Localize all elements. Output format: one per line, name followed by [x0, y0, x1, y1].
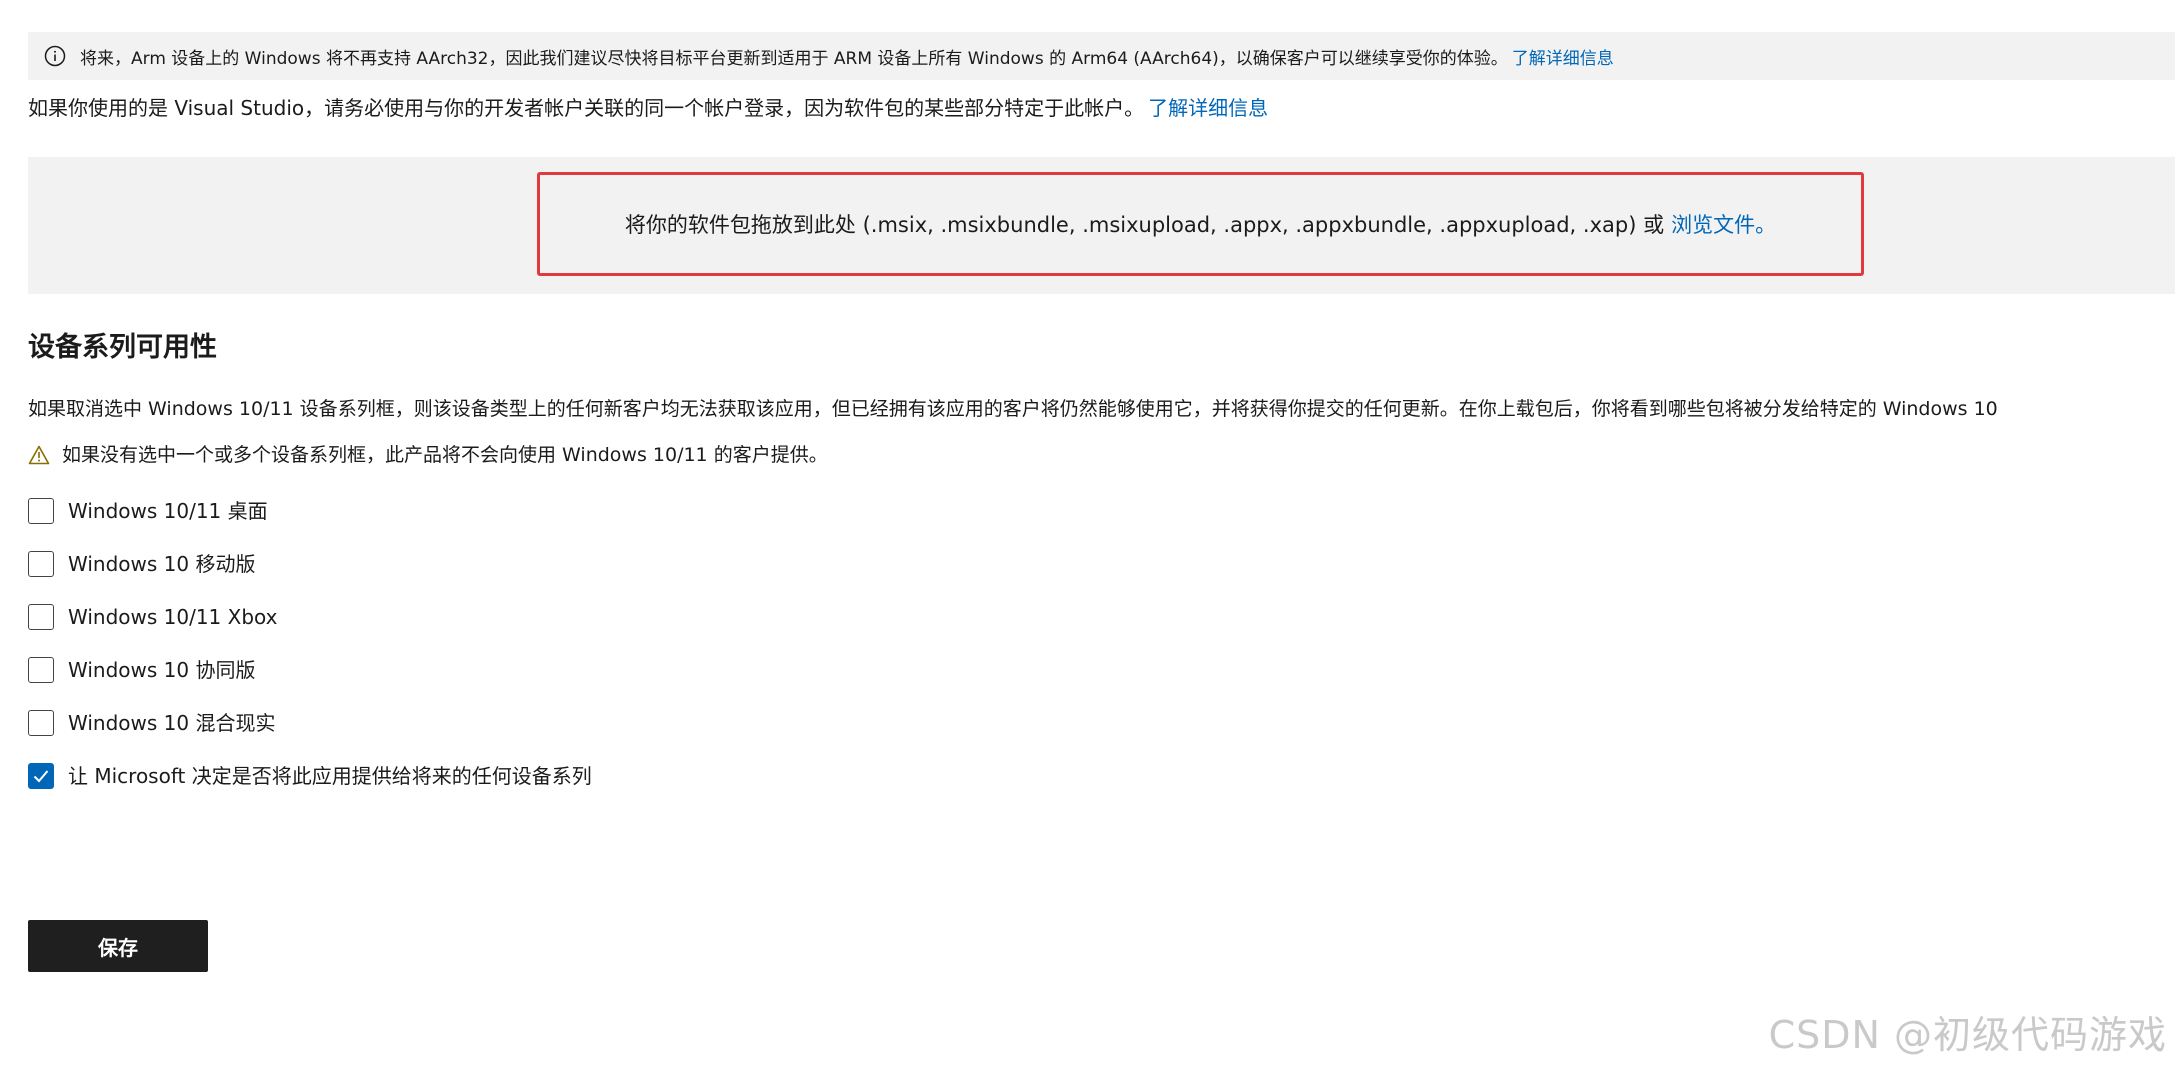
checkbox-input[interactable]: [28, 550, 54, 577]
checkbox-windows-mobile[interactable]: Windows 10 移动版: [28, 537, 592, 590]
checkbox-windows-desktop[interactable]: Windows 10/11 桌面: [28, 484, 592, 537]
device-family-warning: 如果没有选中一个或多个设备系列框，此产品将不会向使用 Windows 10/11…: [28, 439, 828, 471]
info-circle-icon: [44, 45, 66, 67]
checkbox-label: Windows 10 移动版: [68, 551, 256, 576]
info-banner-learn-more-link[interactable]: 了解详细信息: [1512, 44, 1614, 69]
device-family-warning-text: 如果没有选中一个或多个设备系列框，此产品将不会向使用 Windows 10/11…: [62, 444, 828, 466]
checkbox-input[interactable]: [28, 497, 54, 524]
device-family-checkbox-list: Windows 10/11 桌面 Windows 10 移动版 Windows …: [28, 484, 592, 802]
save-button[interactable]: 保存: [28, 920, 208, 972]
checkbox-label: Windows 10 混合现实: [68, 710, 276, 735]
visual-studio-notice: 如果你使用的是 Visual Studio，请务必使用与你的开发者帐户关联的同一…: [28, 92, 1268, 124]
checkbox-input[interactable]: [28, 709, 54, 736]
checkbox-label: Windows 10 协同版: [68, 657, 256, 682]
info-banner: 将来，Arm 设备上的 Windows 将不再支持 AArch32，因此我们建议…: [28, 32, 2175, 80]
csdn-watermark: CSDN @初级代码游戏: [1768, 1013, 2167, 1057]
device-family-description: 如果取消选中 Windows 10/11 设备系列框，则该设备类型上的任何新客户…: [28, 398, 1998, 420]
checkbox-windows-xbox[interactable]: Windows 10/11 Xbox: [28, 590, 592, 643]
warning-triangle-icon: [28, 445, 50, 465]
checkbox-let-microsoft-decide[interactable]: 让 Microsoft 决定是否将此应用提供给将来的任何设备系列: [28, 749, 592, 802]
checkbox-input[interactable]: [28, 762, 54, 789]
browse-files-link[interactable]: 浏览文件。: [1671, 209, 1776, 239]
checkbox-label: 让 Microsoft 决定是否将此应用提供给将来的任何设备系列: [68, 763, 592, 788]
checkbox-windows-mixed-reality[interactable]: Windows 10 混合现实: [28, 696, 592, 749]
checkmark-icon: [33, 769, 49, 782]
checkbox-windows-team[interactable]: Windows 10 协同版: [28, 643, 592, 696]
device-family-availability-title: 设备系列可用性: [28, 332, 217, 363]
drop-instructions: 将你的软件包拖放到此处 (.msix, .msixbundle, .msixup…: [624, 213, 1665, 237]
checkbox-input[interactable]: [28, 603, 54, 630]
visual-studio-notice-text: 如果你使用的是 Visual Studio，请务必使用与你的开发者帐户关联的同一…: [28, 96, 1145, 120]
checkbox-label: Windows 10/11 Xbox: [68, 604, 278, 629]
checkbox-label: Windows 10/11 桌面: [68, 498, 268, 523]
package-upload-zone: 将你的软件包拖放到此处 (.msix, .msixbundle, .msixup…: [28, 157, 2175, 294]
package-drop-target[interactable]: 将你的软件包拖放到此处 (.msix, .msixbundle, .msixup…: [537, 172, 1864, 276]
visual-studio-learn-more-link[interactable]: 了解详细信息: [1148, 96, 1268, 120]
checkbox-input[interactable]: [28, 656, 54, 683]
info-banner-text: 将来，Arm 设备上的 Windows 将不再支持 AArch32，因此我们建议…: [80, 48, 1508, 69]
